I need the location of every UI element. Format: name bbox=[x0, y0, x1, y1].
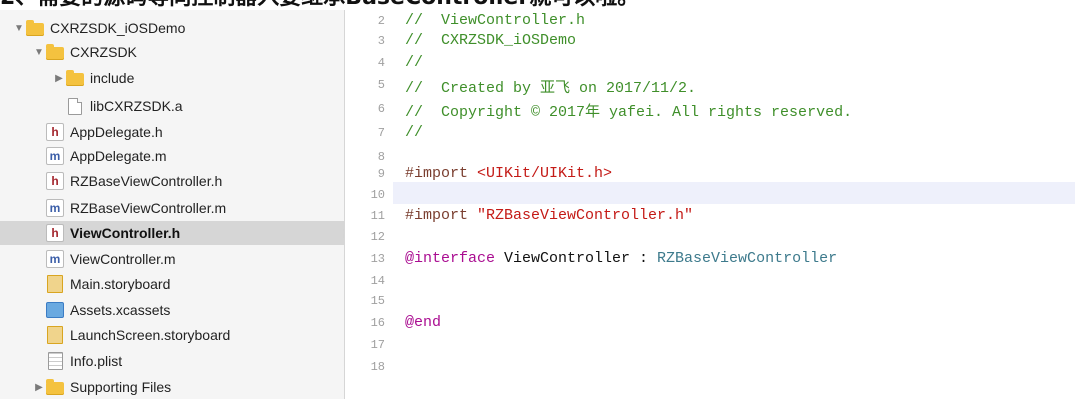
code-line[interactable]: // bbox=[405, 54, 423, 71]
navigator-item-label: Supporting Files bbox=[70, 379, 172, 395]
navigator-item-label: LaunchScreen.storyboard bbox=[70, 327, 231, 343]
navigator-item-label: CXRZSDK bbox=[70, 44, 137, 60]
code-line[interactable]: #import <UIKit/UIKit.h> bbox=[405, 165, 612, 182]
code-token-comment: // CXRZSDK_iOSDemo bbox=[405, 32, 577, 49]
line-number: 2 bbox=[377, 14, 385, 28]
code-token-plain: ViewController : bbox=[495, 250, 658, 267]
navigator-item-info-plist[interactable]: Info.plistM bbox=[0, 349, 344, 373]
code-token-type: RZBaseViewController bbox=[657, 250, 838, 267]
navigator-item-cxrzsdk[interactable]: ▼ CXRZSDK bbox=[0, 40, 344, 64]
line-number: 8 bbox=[377, 150, 385, 164]
navigator-item-label: include bbox=[90, 70, 135, 86]
navigator-item-label: libCXRZSDK.a bbox=[90, 98, 183, 114]
header-file-icon: h bbox=[46, 224, 64, 242]
code-line[interactable]: @interface ViewController : RZBaseViewCo… bbox=[405, 250, 837, 267]
library-file-icon bbox=[66, 97, 84, 115]
navigator-item-supporting-files[interactable]: ▶ Supporting Files bbox=[0, 375, 344, 399]
navigator-item-label: ViewController.h bbox=[70, 225, 181, 241]
code-token-keyword: @interface bbox=[405, 250, 496, 267]
line-number: 7 bbox=[377, 126, 385, 140]
code-token-string: "RZBaseViewController.h" bbox=[477, 207, 694, 224]
code-line[interactable]: // bbox=[405, 124, 423, 141]
navigator-item-label: Info.plist bbox=[70, 353, 123, 369]
line-number: 12 bbox=[370, 230, 385, 244]
navigator-item-label: ViewController.m bbox=[70, 251, 176, 267]
code-token-comment: // Created by 亚飞 on 2017/11/2. bbox=[405, 80, 697, 97]
code-token-comment: // Copyright © 2017年 yafei. All rights r… bbox=[405, 104, 853, 121]
line-number-gutter: 2 3 4 5 6 7 8 9 10 11 12 13 14 15 16 17 18 bbox=[345, 10, 393, 399]
folder-icon bbox=[26, 19, 44, 36]
navigator-item-label: AppDelegate.h bbox=[70, 124, 163, 140]
navigator-item-cxrzsdk-iosdemo[interactable]: ▼ CXRZSDK_iOSDemo bbox=[0, 16, 344, 40]
code-token-directive: #import bbox=[405, 165, 478, 182]
header-file-icon: h bbox=[46, 123, 64, 141]
plist-file-icon bbox=[46, 352, 64, 370]
navigator-item-label: Main.storyboard bbox=[70, 276, 171, 292]
implementation-file-icon: m bbox=[46, 199, 64, 217]
navigator-item-rzbasevc-h[interactable]: hRZBaseViewController.hA bbox=[0, 169, 344, 193]
code-token-directive: #import bbox=[405, 207, 478, 224]
navigator-item-assets[interactable]: Assets.xcassets bbox=[0, 298, 344, 322]
navigator-item-rzbasevc-m[interactable]: mRZBaseViewController.mA bbox=[0, 196, 344, 220]
disclosure-expanded-icon[interactable]: ▼ bbox=[12, 23, 26, 34]
navigator-item-viewcontroller-h[interactable]: hViewController.hM bbox=[0, 221, 344, 245]
code-line[interactable]: // Created by 亚飞 on 2017/11/2. bbox=[405, 76, 696, 97]
implementation-file-icon: m bbox=[46, 250, 64, 268]
navigator-item-label: RZBaseViewController.m bbox=[70, 200, 227, 216]
source-editor[interactable]: 2 3 4 5 6 7 8 9 10 11 12 13 14 15 16 17 18 // ViewContro… bbox=[345, 10, 1075, 399]
navigator-item-launchscreen[interactable]: LaunchScreen.storyboard bbox=[0, 323, 344, 347]
line-number: 4 bbox=[377, 56, 385, 70]
header-file-icon: h bbox=[46, 172, 64, 190]
navigator-item-viewcontroller-m[interactable]: mViewController.mM bbox=[0, 247, 344, 271]
navigator-item-label: Assets.xcassets bbox=[70, 302, 171, 318]
folder-icon bbox=[66, 69, 84, 86]
navigator-item-main-storyboard[interactable]: Main.storyboard bbox=[0, 272, 344, 296]
line-number: 3 bbox=[377, 34, 385, 48]
line-number: 9 bbox=[377, 167, 385, 181]
code-token-comment: // bbox=[405, 54, 424, 71]
line-number: 10 bbox=[370, 188, 385, 202]
navigator-item-include[interactable]: ▶includeA bbox=[0, 66, 344, 90]
page-banner-text: 2、需要的源码等同控制器入要继承BaseController就可以啦。 bbox=[0, 0, 1075, 10]
line-number: 6 bbox=[377, 102, 385, 116]
code-token-comment: // bbox=[405, 124, 424, 141]
project-navigator: ▼CXRZSDK_iOSDemo▼CXRZSDK▶includeAlibCXRZ… bbox=[0, 10, 345, 399]
code-line[interactable]: #import "RZBaseViewController.h" bbox=[405, 207, 693, 224]
navigator-item-label: AppDelegate.m bbox=[70, 148, 167, 164]
code-line[interactable]: // Copyright © 2017年 yafei. All rights r… bbox=[405, 100, 852, 121]
line-number: 17 bbox=[370, 338, 385, 352]
line-number: 13 bbox=[370, 252, 385, 266]
disclosure-collapsed-icon[interactable]: ▶ bbox=[32, 382, 46, 393]
navigator-item-appdelegate-h[interactable]: h AppDelegate.h bbox=[0, 120, 344, 144]
navigator-item-label: RZBaseViewController.h bbox=[70, 173, 223, 189]
line-number: 16 bbox=[370, 316, 385, 330]
storyboard-file-icon bbox=[46, 326, 64, 344]
code-token-keyword: @end bbox=[405, 314, 442, 331]
current-line-highlight bbox=[393, 182, 1075, 204]
line-number: 14 bbox=[370, 274, 385, 288]
navigator-item-appdelegate-m[interactable]: m AppDelegate.m bbox=[0, 144, 344, 168]
code-line[interactable]: // ViewController.h bbox=[405, 12, 585, 29]
code-token-comment: // ViewController.h bbox=[405, 12, 586, 29]
disclosure-collapsed-icon[interactable]: ▶ bbox=[52, 73, 66, 84]
line-number: 5 bbox=[377, 78, 385, 92]
asset-catalog-icon bbox=[46, 302, 64, 318]
implementation-file-icon: m bbox=[46, 147, 64, 165]
folder-icon bbox=[46, 378, 64, 395]
folder-icon bbox=[46, 43, 64, 60]
navigator-item-label: CXRZSDK_iOSDemo bbox=[50, 20, 186, 36]
code-line[interactable]: @end bbox=[405, 314, 441, 331]
storyboard-file-icon bbox=[46, 275, 64, 293]
code-line[interactable]: // CXRZSDK_iOSDemo bbox=[405, 32, 576, 49]
disclosure-expanded-icon[interactable]: ▼ bbox=[32, 47, 46, 58]
navigator-item-libcxrzsdk[interactable]: libCXRZSDK.aA bbox=[0, 94, 344, 118]
line-number: 11 bbox=[370, 209, 385, 223]
line-number: 18 bbox=[370, 360, 385, 374]
code-token-string: <UIKit/UIKit.h> bbox=[477, 165, 613, 182]
line-number: 15 bbox=[370, 294, 385, 308]
